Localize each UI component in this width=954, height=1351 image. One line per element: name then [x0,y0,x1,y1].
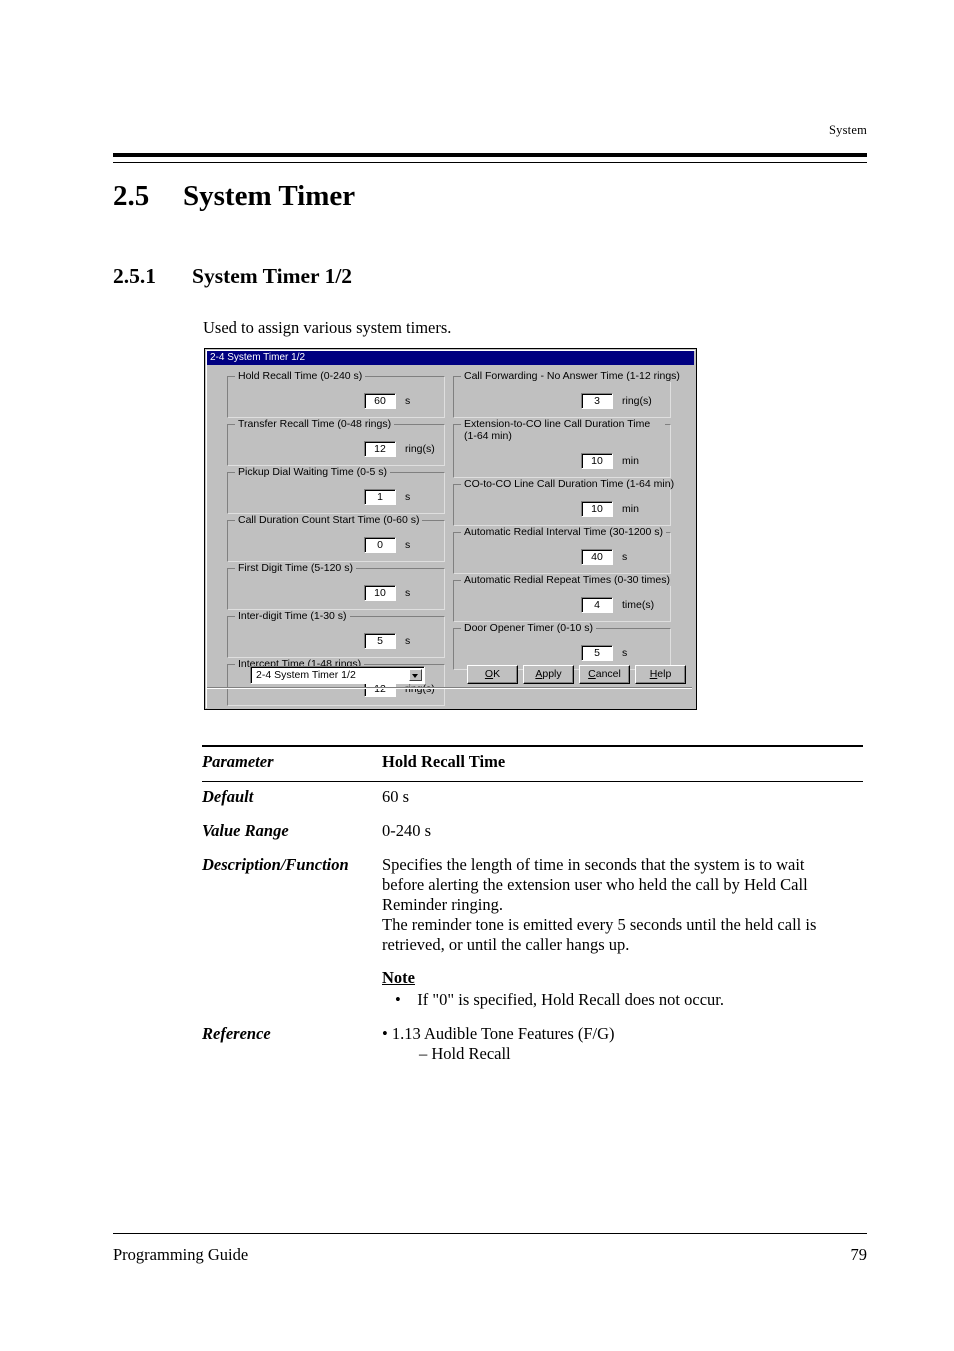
row-value: Hold Recall Time [382,745,863,782]
call-forwarding-no-answer-time-input[interactable]: 3 [581,393,613,409]
reference-line: • 1.13 Audible Tone Features (F/G) [382,1024,615,1043]
group-label: Pickup Dial Waiting Time (0-5 s) [235,466,390,478]
unit-label: s [622,647,628,659]
description-line: The reminder tone is emitted every 5 sec… [382,915,817,934]
unit-label: s [405,539,411,551]
dialog-titlebar: 2-4 System Timer 1/2 [207,351,694,365]
combobox-value: 2-4 System Timer 1/2 [256,669,356,681]
row-value: • 1.13 Audible Tone Features (F/G) – Hol… [382,1019,863,1073]
system-timer-dialog: 2-4 System Timer 1/2 Hold Recall Time (0… [204,348,697,710]
description-line: retrieved, or until the caller hangs up. [382,935,630,954]
row-label: Default [202,781,382,816]
group-label: CO-to-CO Line Call Duration Time (1-64 m… [461,478,678,490]
note-heading: Note [382,968,415,987]
unit-label: min [622,503,639,515]
extension-to-co-line-call-duration-time-input[interactable]: 10 [581,453,613,469]
row-label: Parameter [202,745,382,782]
reference-subline: – Hold Recall [419,1044,511,1063]
group-call-duration-count-start-time: Call Duration Count Start Time (0-60 s) … [227,514,445,562]
hold-recall-time-input[interactable]: 60 [364,393,396,409]
group-automatic-redial-repeat-times: Automatic Redial Repeat Times (0-30 time… [453,574,673,622]
dialog-client-area: Hold Recall Time (0-240 s) 60 s Transfer… [207,366,694,707]
ok-button[interactable]: OK [467,665,518,684]
group-label: Extension-to-CO line Call Duration Time … [461,418,665,442]
parameter-table: Parameter Hold Recall Time Default 60 s … [202,745,863,1073]
first-digit-time-input[interactable]: 10 [364,585,396,601]
group-label: Automatic Redial Interval Time (30-1200 … [461,526,667,538]
intro-text: Used to assign various system timers. [203,318,452,337]
help-button[interactable]: Help [635,665,686,684]
group-label: Inter-digit Time (1-30 s) [235,610,350,622]
unit-label: s [405,635,411,647]
footer-rule [113,1233,867,1234]
row-label: Value Range [202,821,289,840]
group-transfer-recall-time: Transfer Recall Time (0-48 rings) 12 rin… [227,418,445,466]
row-value: 0-240 s [382,821,432,840]
chevron-down-icon[interactable] [409,669,422,681]
note-bullet: • If "0" is specified, Hold Recall does … [395,990,725,1009]
unit-label: time(s) [622,599,655,611]
group-label: First Digit Time (5-120 s) [235,562,356,574]
page-number: 79 [850,1245,868,1264]
footer-title: Programming Guide [113,1245,249,1264]
subsection-title: 2.5.1 System Timer 1/2 [113,264,352,289]
unit-label: ring(s) [405,683,435,695]
door-opener-timer-input[interactable]: 5 [581,645,613,661]
group-pickup-dial-waiting-time: Pickup Dial Waiting Time (0-5 s) 1 s [227,466,445,514]
table-row-value-range: Value Range 0-240 s [202,816,863,850]
group-label: Hold Recall Time (0-240 s) [235,370,366,382]
group-label: Call Forwarding - No Answer Time (1-12 r… [461,370,683,382]
table-row-default: Default 60 s [202,781,863,816]
group-hold-recall-time: Hold Recall Time (0-240 s) 60 s [227,370,445,418]
subsection-title-text: System Timer 1/2 [192,264,353,288]
group-automatic-redial-interval-time: Automatic Redial Interval Time (30-1200 … [453,526,671,574]
unit-label: ring(s) [405,443,435,455]
row-label: Description/Function [202,855,349,874]
row-value: 60 s [382,781,863,816]
automatic-redial-interval-time-input[interactable]: 40 [581,549,613,565]
unit-label: s [405,491,411,503]
subsection-number: 2.5.1 [113,264,156,288]
automatic-redial-repeat-times-input[interactable]: 4 [581,597,613,613]
group-first-digit-time: First Digit Time (5-120 s) 10 s [227,562,445,610]
unit-label: s [405,587,411,599]
unit-label: min [622,455,639,467]
running-head: System [828,123,867,137]
cancel-button[interactable]: Cancel [579,665,630,684]
call-duration-count-start-time-input[interactable]: 0 [364,537,396,553]
screen-select-combobox[interactable]: 2-4 System Timer 1/2 [250,666,425,684]
row-value: Specifies the length of time in seconds … [382,850,863,1019]
dialog-separator [207,687,692,689]
group-extension-to-co-line-call-duration-time: Extension-to-CO line Call Duration Time … [453,418,671,478]
row-label: Reference [202,1024,271,1043]
table-row-description: Description/Function Specifies the lengt… [202,850,863,1019]
group-label: Automatic Redial Repeat Times (0-30 time… [461,574,673,586]
group-label: Transfer Recall Time (0-48 rings) [235,418,395,430]
unit-label: s [405,395,411,407]
transfer-recall-time-input[interactable]: 12 [364,441,396,457]
group-door-opener-timer: Door Opener Timer (0-10 s) 5 s [453,622,671,670]
section-title: System Timer [183,180,356,212]
header-rule [113,153,867,163]
description-line: before alerting the extension user who h… [382,875,808,894]
page-title: 2.5 System Timer [113,180,355,213]
table-row-parameter: Parameter Hold Recall Time [202,745,863,782]
group-call-forwarding-no-answer-time: Call Forwarding - No Answer Time (1-12 r… [453,370,683,418]
description-line: Specifies the length of time in seconds … [382,855,805,874]
unit-label: s [622,551,628,563]
table-row-reference: Reference • 1.13 Audible Tone Features (… [202,1019,863,1073]
description-line: Reminder ringing. [382,895,503,914]
inter-digit-time-input[interactable]: 5 [364,633,396,649]
group-co-to-co-line-call-duration-time: CO-to-CO Line Call Duration Time (1-64 m… [453,478,678,526]
apply-button[interactable]: Apply [523,665,574,684]
pickup-dial-waiting-time-input[interactable]: 1 [364,489,396,505]
group-inter-digit-time: Inter-digit Time (1-30 s) 5 s [227,610,445,658]
section-number: 2.5 [113,180,150,212]
group-label: Call Duration Count Start Time (0-60 s) [235,514,423,526]
unit-label: ring(s) [622,395,652,407]
group-label: Door Opener Timer (0-10 s) [461,622,596,634]
co-to-co-line-call-duration-time-input[interactable]: 10 [581,501,613,517]
